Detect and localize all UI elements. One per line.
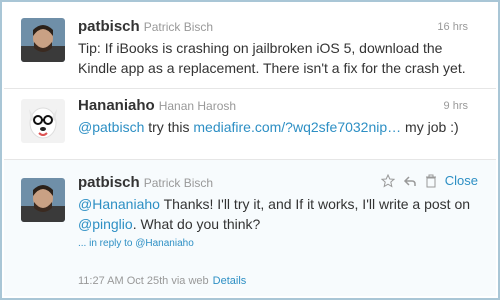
star-icon[interactable] xyxy=(380,173,395,188)
tweet-text: @Hananiaho Thanks! I'll try it, and If i… xyxy=(78,194,482,234)
tweet-time[interactable]: 16 hrs xyxy=(437,21,468,33)
trash-icon[interactable] xyxy=(425,174,437,188)
tweet-text-part: Thanks! I'll try it, and If it works, I'… xyxy=(159,196,471,212)
full-name: Patrick Bisch xyxy=(143,20,214,34)
mention-link[interactable]: @Hananiaho xyxy=(78,196,160,212)
tweet-actions: Close xyxy=(373,173,478,188)
tweet-text-part: my job :) xyxy=(401,119,459,135)
avatar[interactable] xyxy=(21,99,65,143)
tweet-item[interactable]: patbisch Patrick Bisch 16 hrs Tip: If iBo… xyxy=(4,4,496,89)
tweet-time[interactable]: 9 hrs xyxy=(444,100,468,112)
tweet-header: patbisch Patrick Bisch xyxy=(78,18,213,36)
tweet-text: Tip: If iBooks is crashing on jailbroken… xyxy=(78,40,466,76)
reply-icon[interactable] xyxy=(403,174,417,188)
screen-name[interactable]: patbisch xyxy=(78,18,140,35)
full-name: Hanan Harosh xyxy=(158,99,237,113)
url-link[interactable]: mediafire.com/?wq2sfe7032nip xyxy=(193,119,387,135)
tweet-meta: 11:27 AM Oct 25th via web Details xyxy=(78,275,246,287)
avatar[interactable] xyxy=(21,178,65,222)
mention-link[interactable]: @patbisch xyxy=(78,119,144,135)
avatar[interactable] xyxy=(21,18,65,62)
tweet-item[interactable]: Hananiaho Hanan Harosh 9 hrs @patbisch tr… xyxy=(4,89,496,160)
details-link[interactable]: Details xyxy=(213,275,247,287)
close-button[interactable]: Close xyxy=(445,173,478,188)
tweet-text-part: try this xyxy=(144,119,194,135)
tweet-header: Hananiaho Hanan Harosh xyxy=(78,97,236,115)
mention-link[interactable]: @pinglio xyxy=(78,216,133,232)
tweet-text-part: . What do you think? xyxy=(132,216,261,232)
timeline-frame: patbisch Patrick Bisch 16 hrs Tip: If iBo… xyxy=(0,0,500,300)
screen-name[interactable]: patbisch xyxy=(78,174,140,191)
tweet-timestamp[interactable]: 11:27 AM Oct 25th via web xyxy=(78,275,209,287)
screen-name[interactable]: Hananiaho xyxy=(78,97,155,114)
tweet-text: @patbisch try this mediafire.com/?wq2sfe… xyxy=(78,117,478,137)
url-ellipsis: … xyxy=(387,119,402,135)
full-name: Patrick Bisch xyxy=(143,176,214,190)
tweet-item-expanded[interactable]: patbisch Patrick Bisch Close @Hananiaho T… xyxy=(4,160,496,296)
tweet-header: patbisch Patrick Bisch xyxy=(78,174,213,192)
in-reply-to-link[interactable]: ... in reply to @Hananiaho xyxy=(78,238,194,249)
